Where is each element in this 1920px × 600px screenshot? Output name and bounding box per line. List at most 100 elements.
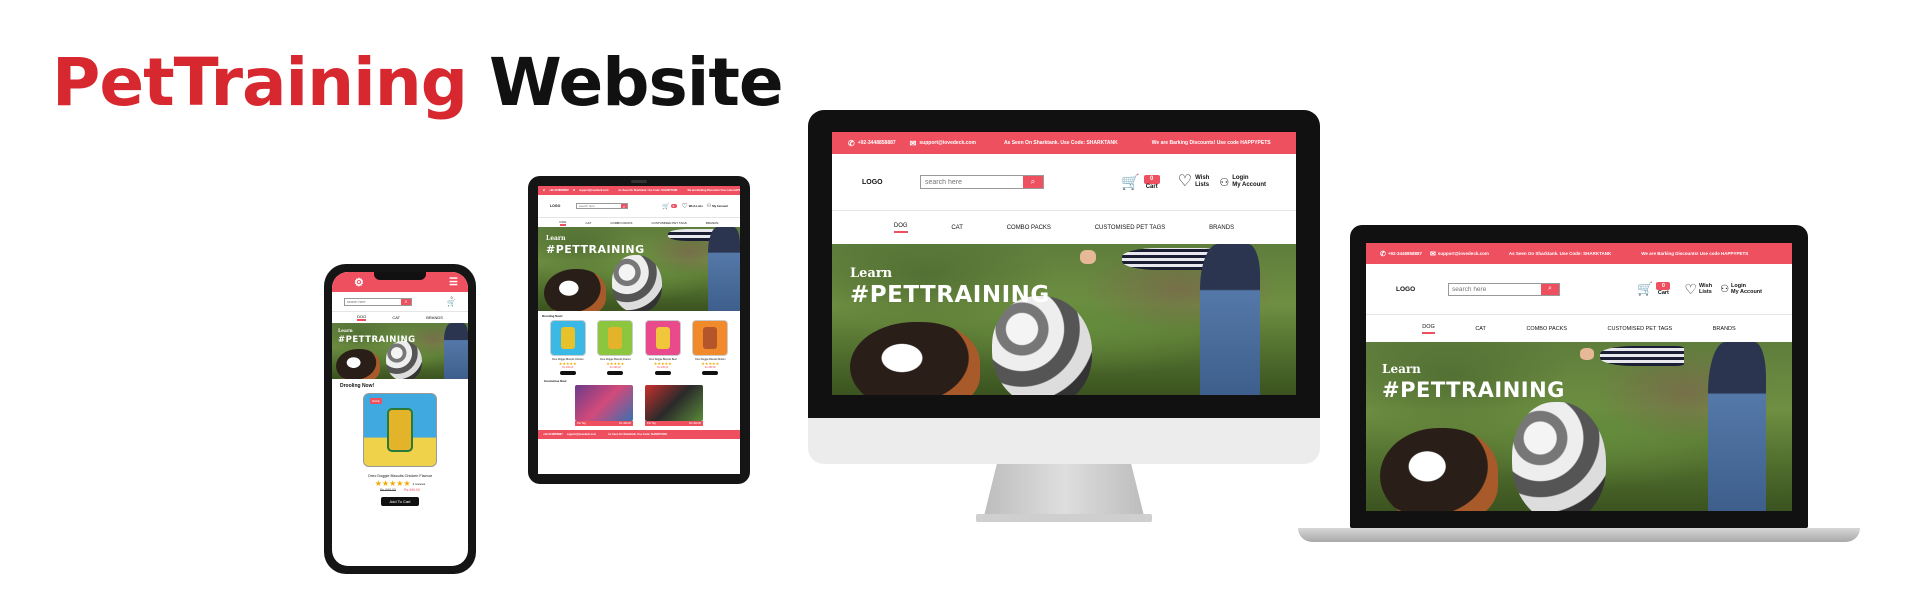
menu-brands[interactable]: BRANDS	[1209, 225, 1234, 231]
menu-customised-pet-tags[interactable]: CUSTOMISED PET TAGS	[1095, 225, 1166, 231]
hero-hashtag: #PETTRAINING	[850, 282, 1050, 308]
search-input[interactable]	[921, 176, 1023, 188]
search-button[interactable]: ⌕	[1541, 283, 1559, 295]
product-image	[692, 320, 729, 356]
add-to-cart-button[interactable]	[607, 371, 624, 375]
hero-banner[interactable]: Learn #PETTRAINING	[332, 323, 468, 379]
menu-cat[interactable]: CAT	[951, 225, 963, 231]
cart-icon[interactable]: 🛒	[662, 203, 669, 210]
search-button[interactable]: ⌕	[401, 298, 411, 305]
search-button[interactable]: ⌕	[621, 204, 627, 209]
pet-tag-card[interactable]: Pet Tag Rs.499.00	[645, 385, 703, 426]
dog-tricolor	[544, 269, 606, 311]
product-card[interactable]: Oreo Doggie Biscuits Mutton ★★★★★ Rs.499…	[689, 320, 731, 375]
add-to-cart-button[interactable]: Add To Cart	[381, 497, 419, 506]
search-box: ⌕	[344, 297, 412, 306]
cart-count-badge: 0	[1656, 282, 1671, 290]
hero-learn-text: Learn	[850, 266, 893, 281]
phone-contact[interactable]: ✆ +92-3448858887	[848, 139, 896, 148]
menu-dog[interactable]: DOG	[1422, 324, 1435, 334]
gear-logo-icon[interactable]: ⚙	[354, 276, 364, 289]
add-to-cart-button[interactable]	[559, 371, 576, 375]
hero-hashtag: #PETTRAINING	[338, 335, 416, 345]
pet-tag-image	[575, 385, 633, 421]
product-card[interactable]: Oreo Doggie Biscuits Peanut ★★★★★ Rs.499…	[594, 320, 636, 375]
wishlist-button[interactable]: ♡ Wish Lists	[1684, 282, 1712, 296]
product-card[interactable]: SALE Oreo Doggie Biscuits Chicken Flavou…	[332, 393, 468, 506]
menu-dog[interactable]: DOG	[893, 223, 908, 233]
menu-customised-pet-tags[interactable]: CUSTOMISED PET TAGS	[1608, 326, 1673, 332]
account-button[interactable]: ⚇ Login My Account	[1720, 283, 1762, 295]
wish-label: Wish Lists	[688, 204, 703, 208]
add-to-cart-button[interactable]	[702, 371, 719, 375]
cart-button[interactable]: 🛒 0 Cart	[1637, 282, 1671, 296]
menu-dog[interactable]: DOG	[357, 314, 367, 321]
search-button[interactable]: ⌕	[1023, 176, 1043, 188]
user-icon: ⚇	[1720, 283, 1730, 295]
menu-customised-pet-tags[interactable]: CUSTOMISED PET TAGS	[652, 221, 687, 225]
hero-learn-text: Learn	[546, 235, 566, 242]
site-logo[interactable]: LOGO	[862, 179, 920, 186]
wishlist-button[interactable]: ♡ Wish Lists	[1178, 174, 1210, 190]
menu-dog[interactable]: DOG	[559, 220, 567, 226]
search-input[interactable]	[1449, 283, 1541, 295]
main-menu: DOG CAT COMBO PACKS CUSTOMISED PET TAGS …	[538, 217, 740, 227]
product-card[interactable]: Oreo Doggie Biscuits Beef ★★★★★ Rs.499.0…	[642, 320, 684, 375]
menu-brands[interactable]: BRANDS	[1713, 326, 1736, 332]
user-icon[interactable]: ⚇	[707, 203, 711, 209]
menu-cat[interactable]: CAT	[1475, 326, 1486, 332]
menu-brands[interactable]: BRANDS	[706, 221, 719, 225]
header-row: LOGO ⌕ 🛒 0 ♡ Wish Lists ⚇ My Account	[538, 195, 740, 217]
menu-brands[interactable]: BRANDS	[426, 315, 443, 320]
cart-label: Cart	[1145, 183, 1158, 190]
hero-banner[interactable]: Learn #PETTRAINING	[1366, 342, 1792, 511]
hero-banner[interactable]: Learn #PETTRAINING	[538, 227, 740, 311]
pet-tag-card[interactable]: Pet Tag Rs.499.00	[575, 385, 633, 426]
email-contact[interactable]: ✉ support@iovedeck.com	[910, 139, 976, 148]
product-image: SALE	[363, 393, 437, 467]
tablet-mockup: ✆ +92-3448858887 ✉ support@iovedeck.com …	[528, 176, 750, 484]
menu-combo-packs[interactable]: COMBO PACKS	[1007, 225, 1051, 231]
add-to-cart-button[interactable]	[654, 371, 671, 375]
product-price: Rs.499.00	[704, 366, 716, 369]
cart-button[interactable]: 🛒 0 Cart	[1121, 174, 1160, 190]
cart-count-badge: 0	[670, 204, 677, 208]
page-heading: PetTraining Website	[52, 44, 784, 121]
menu-combo-packs[interactable]: COMBO PACKS	[610, 221, 632, 225]
heart-icon[interactable]: ♡	[682, 202, 688, 210]
promo-happypets: We are Barking Discounts! Use code HAPPY…	[1641, 251, 1749, 256]
person-arm	[1600, 346, 1684, 366]
search-input[interactable]	[345, 298, 401, 305]
hamburger-menu-icon[interactable]: ☰	[449, 277, 458, 288]
search-box: ⌕	[576, 203, 628, 209]
dog-tricolor	[850, 322, 980, 395]
person-arm	[1122, 248, 1212, 270]
search-icon: ⌕	[1548, 285, 1552, 292]
product-card[interactable]: Oreo Doggie Biscuits Chicken ★★★★★ Rs.49…	[547, 320, 589, 375]
account-button[interactable]: ⚇ Login My Account	[1219, 175, 1266, 189]
account-label: My Account	[712, 204, 728, 208]
mail-icon: ✉	[909, 138, 917, 148]
hero-banner[interactable]: Learn #PETTRAINING	[832, 244, 1296, 395]
menu-combo-packs[interactable]: COMBO PACKS	[1526, 326, 1567, 332]
top-info-bar: ✆ +92-3448858887 ✉ support@iovedeck.com …	[1366, 243, 1792, 264]
header-row: LOGO ⌕ 🛒 0 Cart ♡ Wish Lists ⚇ Login My …	[1366, 264, 1792, 314]
cart-button[interactable]: 0 🛒	[447, 296, 456, 307]
pet-tag-image	[645, 385, 703, 421]
menu-cat[interactable]: CAT	[585, 221, 591, 225]
site-logo[interactable]: LOGO	[550, 204, 576, 208]
site-logo[interactable]: LOGO	[1396, 286, 1448, 293]
product-row: Oreo Doggie Biscuits Chicken ★★★★★ Rs.49…	[538, 320, 740, 375]
person-figure	[444, 323, 468, 379]
tablet-screen: ✆ +92-3448858887 ✉ support@iovedeck.com …	[538, 186, 740, 474]
product-image	[597, 320, 634, 356]
search-input[interactable]	[577, 204, 621, 208]
pet-tag-footer: Pet Tag Rs.499.00	[645, 421, 703, 426]
section-drooling-now: Drooling Now!	[340, 383, 375, 389]
email-contact[interactable]: ✉ support@iovedeck.com	[1430, 250, 1489, 258]
search-icon: ⌕	[404, 298, 408, 305]
phone-contact[interactable]: ✆ +92-3448858887	[1380, 250, 1422, 258]
laptop-base	[1298, 528, 1860, 542]
menu-cat[interactable]: CAT	[392, 315, 400, 320]
dog-merle	[386, 341, 422, 379]
